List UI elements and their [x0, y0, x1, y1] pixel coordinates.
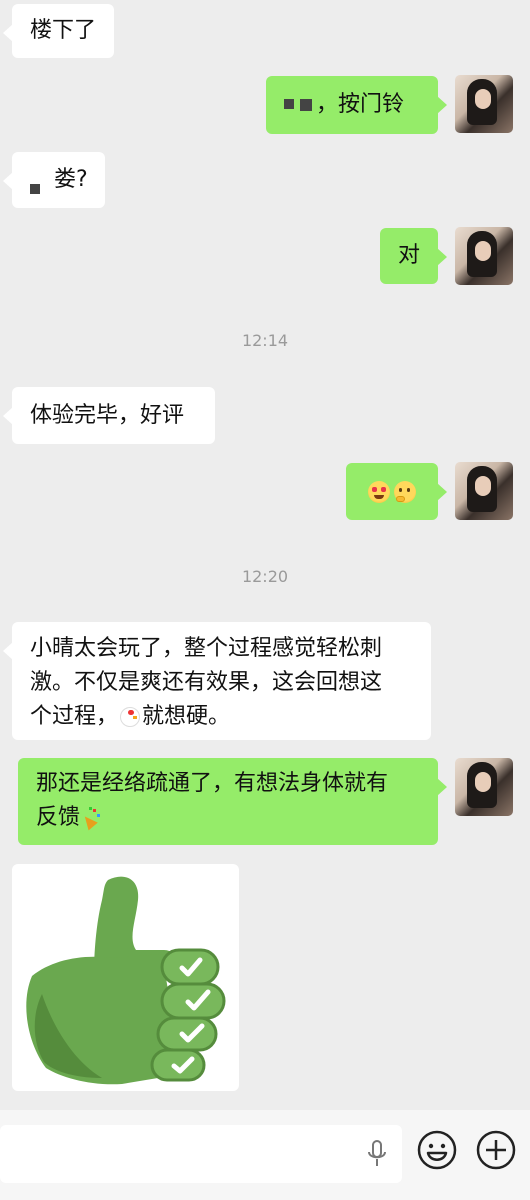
avatar[interactable] [455, 227, 513, 285]
message-text: 体验完毕，好评 [30, 402, 185, 428]
message-bubble-incoming[interactable]: 娄? [3, 152, 105, 208]
heart-eyes-face-emoji [368, 480, 390, 503]
thumbs-up-sticker[interactable] [12, 864, 239, 1091]
avatar[interactable] [455, 758, 513, 816]
plus-circle-icon[interactable] [475, 1129, 517, 1171]
message-text-line: 反馈 [36, 805, 81, 830]
message-text: 楼下了 [30, 18, 97, 43]
pixelated-redaction [284, 99, 312, 111]
message-input[interactable] [0, 1125, 402, 1183]
timestamp: 12:14 [241, 331, 289, 350]
message-input-bar [0, 1110, 530, 1200]
thinking-face-emoji [394, 480, 416, 503]
chicken-emoji [120, 707, 141, 727]
message-bubble-incoming[interactable]: 体验完毕，好评 [3, 387, 215, 444]
party-popper-emoji [80, 807, 102, 831]
message-text: ，按门铃 [316, 92, 405, 117]
message-text-line: 那还是经络疏通了，有想法身体就有 [36, 771, 389, 796]
message-bubble-incoming[interactable]: 楼下了 [2, 4, 115, 58]
emoji-face-icon[interactable] [416, 1129, 458, 1171]
avatar[interactable] [455, 75, 513, 133]
message-text-line: 个过程， [30, 704, 119, 729]
message-bubble-incoming[interactable]: 小晴太会玩了，整个过程感觉轻松刺 激。不仅是爽还有效果，这会回想这 个过程， 就… [3, 622, 431, 740]
microphone-icon[interactable] [366, 1139, 388, 1169]
message-text: 娄? [54, 167, 88, 192]
pixelated-redaction [30, 184, 40, 194]
thumbs-up-icon [26, 876, 226, 1085]
message-text-line: 小晴太会玩了，整个过程感觉轻松刺 [30, 636, 383, 661]
message-bubble-outgoing[interactable]: 对 [380, 228, 447, 284]
chat-message-list[interactable]: 楼下了 ，按门铃 娄? 对 12:14 体验完毕，好评 12:20 小晴太会玩了… [0, 0, 530, 1110]
message-text: 对 [397, 243, 420, 268]
avatar[interactable] [455, 462, 513, 520]
message-bubble-outgoing[interactable] [346, 463, 447, 520]
message-bubble-outgoing[interactable]: ，按门铃 [266, 76, 447, 134]
message-text-line: 就想硬。 [142, 704, 231, 729]
timestamp: 12:20 [241, 567, 289, 586]
message-bubble-outgoing[interactable]: 那还是经络疏通了，有想法身体就有 反馈 [18, 758, 447, 845]
message-text-line: 激。不仅是爽还有效果，这会回想这 [30, 670, 383, 695]
